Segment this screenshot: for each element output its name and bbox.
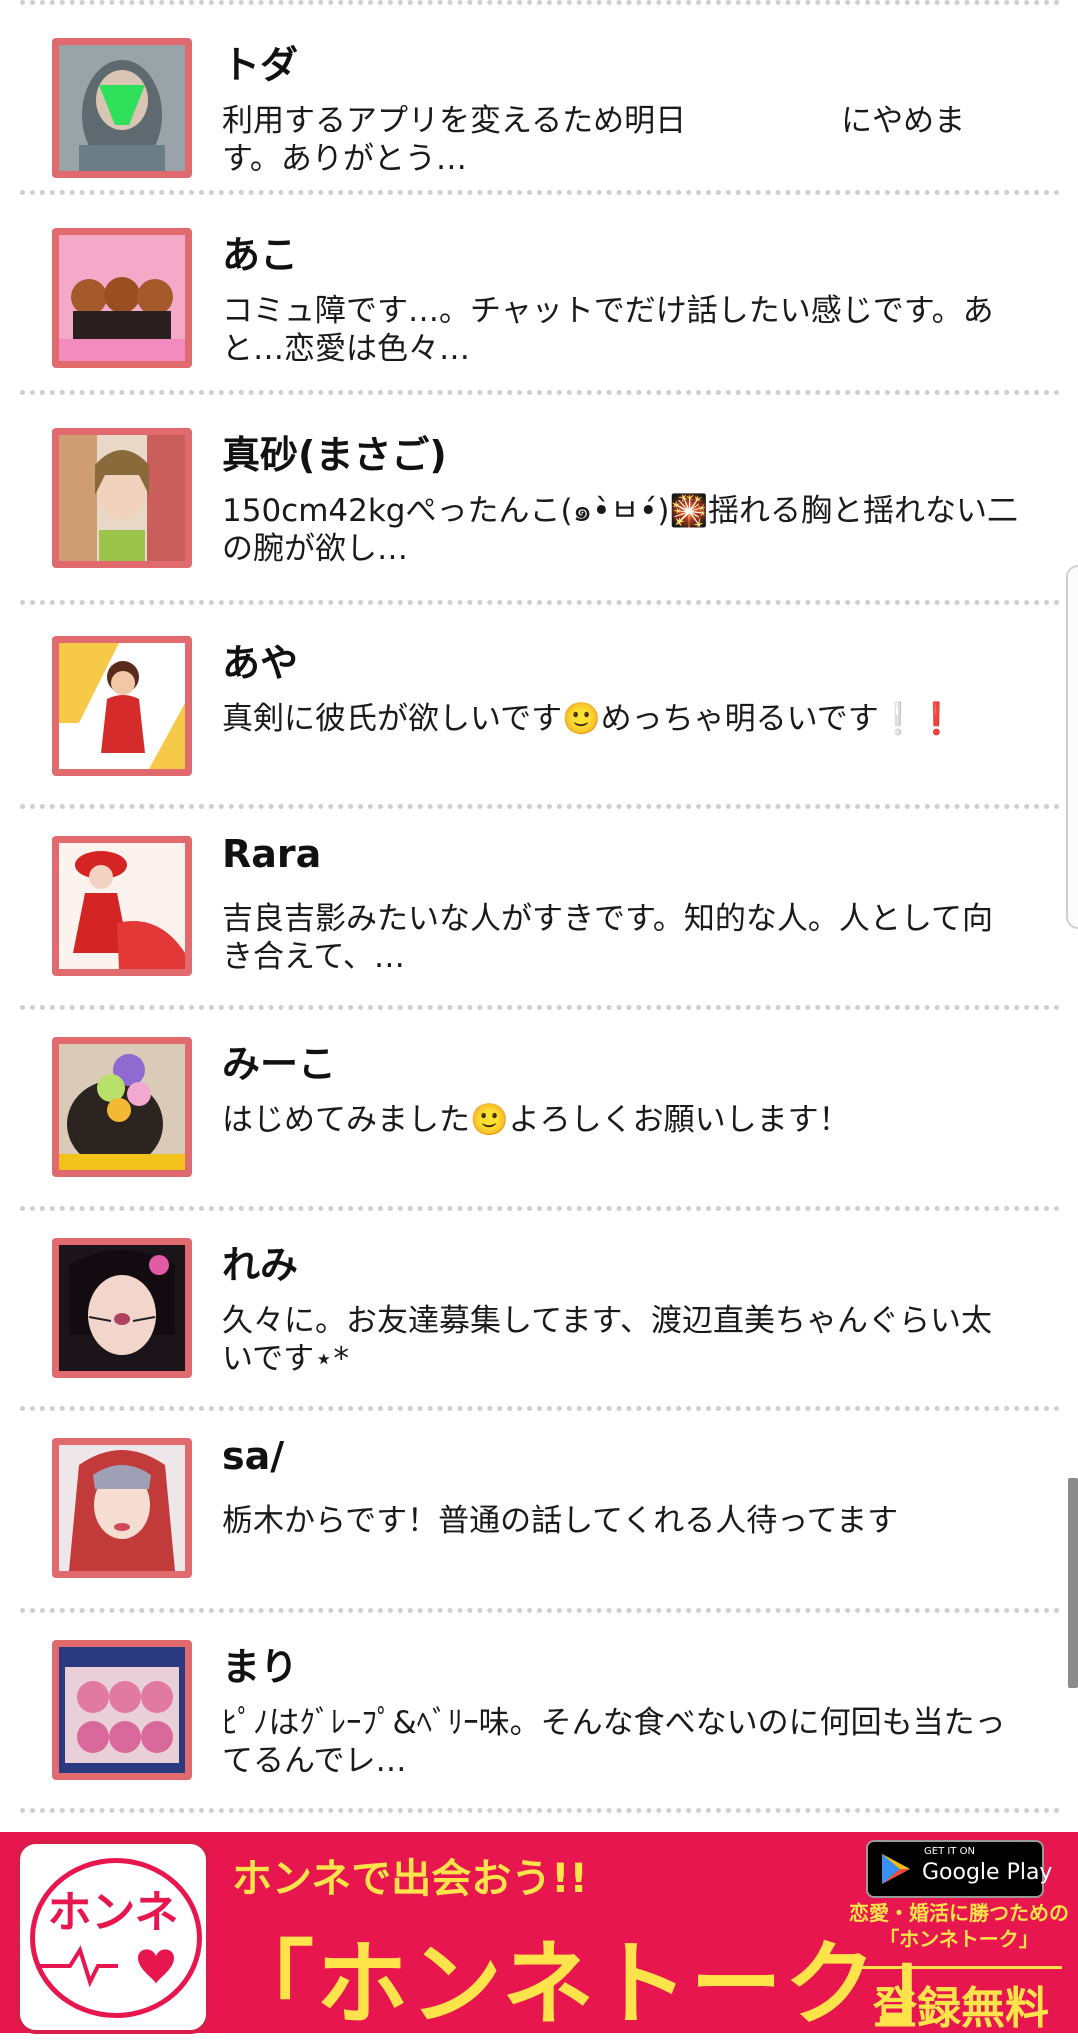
ad-free-registration: 登録無料 — [873, 1983, 1049, 2034]
user-name: みーこ — [222, 1042, 337, 1086]
ad-side-copy: 恋愛・婚活に勝つための 「ホンネトーク」 — [844, 1900, 1074, 1952]
avatar[interactable] — [52, 836, 192, 976]
user-message: ﾋﾟﾉはｸﾞﾚｰﾌﾟ&ﾍﾞﾘｰ味。そんな食べないのに何回も当たってるんでレ… — [222, 1705, 1006, 1779]
user-message: はじめてみました🙂よろしくお願いします！ — [222, 1102, 850, 1138]
user-message: 150cm42kgぺったんこ(๑•̀ㅂ•́)🎇揺れる胸と揺れない二の腕が欲し… — [222, 493, 1019, 567]
user-message: コミュ障です…。チャットでだけ話したい感じです。あと…恋愛は色々… — [222, 293, 994, 367]
avatar[interactable] — [52, 1037, 192, 1177]
user-name: sa/ — [222, 1434, 285, 1478]
user-name: トダ — [222, 43, 299, 87]
avatar[interactable] — [52, 1640, 192, 1780]
separator — [20, 390, 1060, 395]
ad-side-copy-line1: 恋愛・婚活に勝つための — [849, 1901, 1069, 1925]
avatar[interactable] — [52, 428, 192, 568]
avatar[interactable] — [52, 1438, 192, 1578]
list-item[interactable]: れみ 久々に。お友達募集してます、渡辺直美ちゃんぐらい太いです⋆* — [0, 1206, 1078, 1396]
ad-side-copy-line2: 「ホンネトーク」 — [879, 1927, 1039, 1951]
scrollbar-thumb[interactable] — [1068, 1478, 1078, 1688]
user-message: 久々に。お友達募集してます、渡辺直美ちゃんぐらい太いです⋆* — [222, 1303, 993, 1377]
user-name: あこ — [222, 233, 299, 277]
user-list: トダ 利用するアプリを変えるため明日 にやめます。ありがとう… あこ コミュ障で… — [0, 0, 1078, 1832]
separator — [20, 0, 1060, 5]
avatar[interactable] — [52, 636, 192, 776]
store-small-label: GET IT ON — [924, 1846, 975, 1857]
user-name: Rara — [222, 832, 322, 876]
user-name: あや — [222, 641, 299, 685]
avatar[interactable] — [52, 38, 192, 178]
avatar[interactable] — [52, 228, 192, 368]
user-message: 吉良吉影みたいな人がすきです。知的な人。人として向き合えて、… — [222, 901, 993, 975]
user-message: 真剣に彼氏が欲しいです🙂めっちゃ明るいです❕❗ — [222, 701, 956, 737]
app-icon[interactable]: ホンネ — [16, 1840, 210, 2034]
separator — [20, 1808, 1060, 1813]
user-message: 利用するアプリを変えるため明日 にやめます。ありがとう… — [222, 103, 966, 177]
google-play-badge[interactable]: GET IT ON Google Play — [866, 1840, 1052, 1898]
list-item[interactable]: Rara 吉良吉影みたいな人がすきです。知的な人。人として向き合えて、… — [0, 804, 1078, 994]
list-item[interactable]: まり ﾋﾟﾉはｸﾞﾚｰﾌﾟ&ﾍﾞﾘｰ味。そんな食べないのに何回も当たってるんでレ… — [0, 1608, 1078, 1798]
user-name: 真砂(まさご) — [222, 433, 447, 477]
list-item[interactable]: あや 真剣に彼氏が欲しいです🙂めっちゃ明るいです❕❗ — [0, 604, 1078, 794]
user-name: れみ — [222, 1243, 299, 1287]
play-store-icon — [882, 1854, 910, 1884]
list-item[interactable]: トダ 利用するアプリを変えるため明日 にやめます。ありがとう… — [0, 6, 1078, 196]
list-item[interactable]: 真砂(まさご) 150cm42kgぺったんこ(๑•̀ㅂ•́)🎇揺れる胸と揺れない… — [0, 396, 1078, 586]
store-big-label: Google Play — [922, 1860, 1053, 1885]
divider — [862, 1966, 1062, 1969]
separator — [20, 190, 1060, 195]
list-item[interactable]: sa/ 栃木からです！普通の話してくれる人待ってます — [0, 1406, 1078, 1596]
ad-tagline: ホンネで出会おう!! — [232, 1856, 588, 1902]
avatar[interactable] — [52, 1238, 192, 1378]
user-message: 栃木からです！普通の話してくれる人待ってます — [222, 1503, 899, 1539]
user-name: まり — [222, 1645, 299, 1689]
list-item[interactable]: あこ コミュ障です…。チャットでだけ話したい感じです。あと…恋愛は色々… — [0, 196, 1078, 386]
list-item[interactable]: みーこ はじめてみました🙂よろしくお願いします！ — [0, 1005, 1078, 1195]
app-icon-title: ホンネ — [47, 1887, 179, 1938]
heartbeat-icon — [40, 1945, 174, 1988]
ad-banner[interactable]: ホンネ ホンネで出会おう!! 「ホンネトーク」 GET IT ON Google… — [0, 1832, 1078, 2038]
edge-panel-handle[interactable] — [1066, 565, 1078, 929]
